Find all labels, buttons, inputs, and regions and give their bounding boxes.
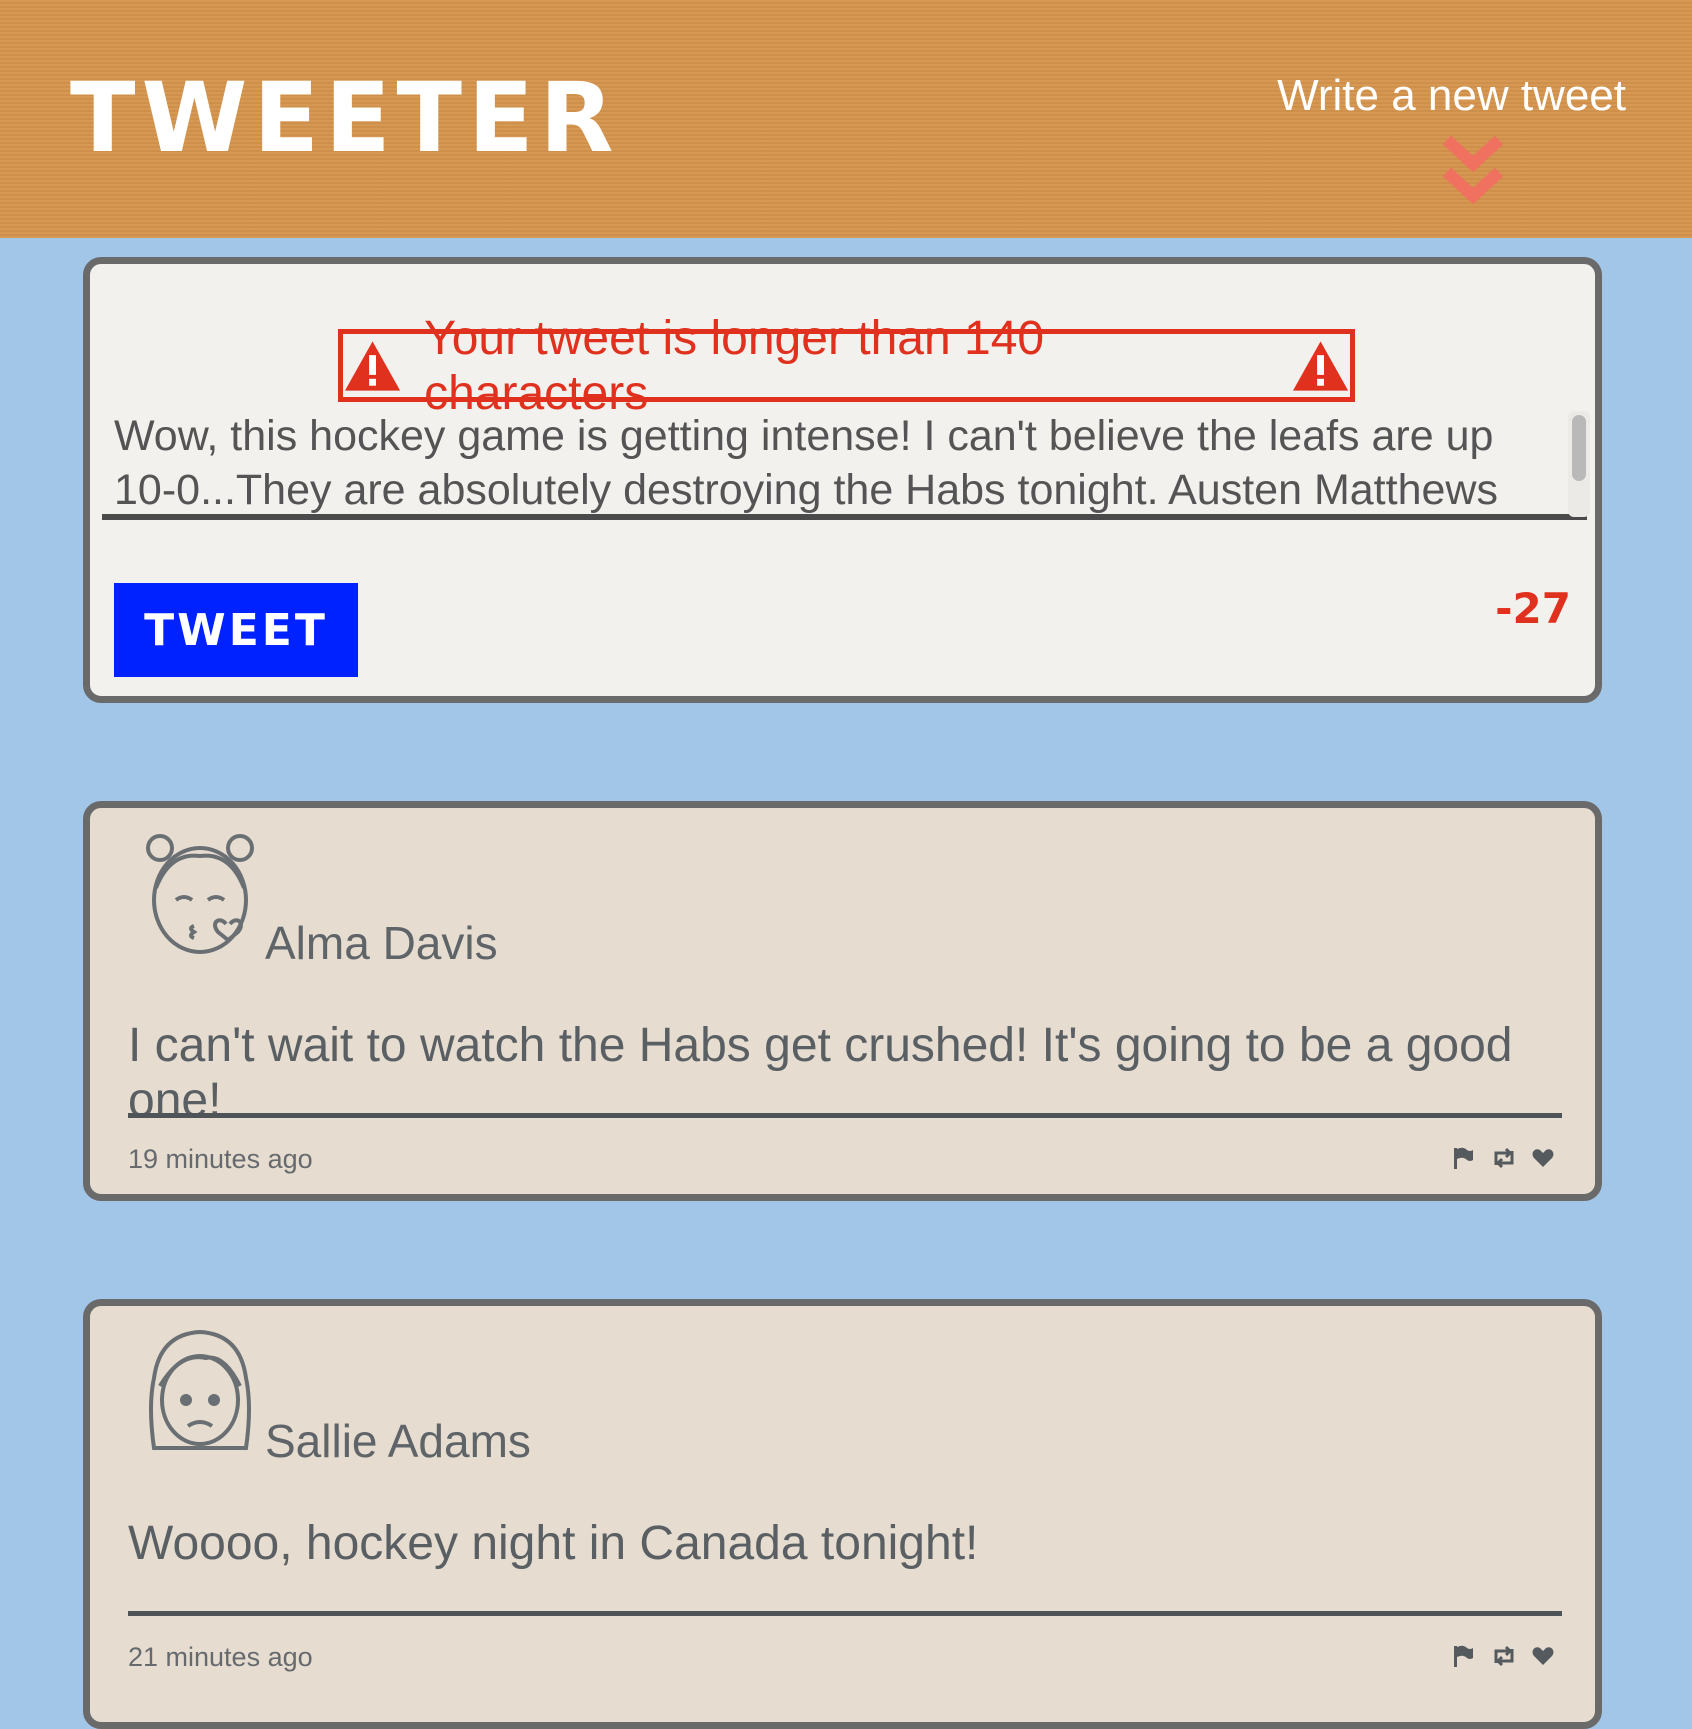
flag-icon[interactable] [1451, 1146, 1475, 1170]
tweet-divider [128, 1611, 1562, 1616]
tweet-timestamp: 19 minutes ago [128, 1144, 313, 1174]
tweet-card: Alma Davis I can't wait to watch the Hab… [83, 801, 1602, 1201]
tweet-content: Woooo, hockey night in Canada tonight! [128, 1517, 979, 1570]
error-message: Your tweet is longer than 140 characters [338, 312, 1355, 420]
heart-icon[interactable] [1531, 1644, 1555, 1668]
tweet-card: Sallie Adams Woooo, hockey night in Cana… [83, 1299, 1602, 1729]
tweet-content: I can't wait to watch the Habs get crush… [128, 1019, 1513, 1127]
tweet-timestamp: 21 minutes ago [128, 1642, 313, 1672]
tweet-author: Alma Davis [265, 917, 498, 969]
girl-kiss-avatar-icon [146, 834, 254, 954]
tweet-author: Sallie Adams [265, 1415, 531, 1467]
write-new-tweet-label[interactable]: Write a new tweet [1266, 74, 1626, 118]
top-nav: TWEETER Write a new tweet [0, 0, 1692, 238]
retweet-icon[interactable] [1491, 1146, 1515, 1170]
tweet-textarea[interactable]: Wow, this hockey game is getting intense… [102, 409, 1587, 520]
tweet-actions [1451, 1146, 1555, 1170]
new-tweet-form: Your tweet is longer than 140 characters… [83, 257, 1602, 703]
warning-triangle-icon [344, 340, 401, 391]
scrollbar-thumb[interactable] [1572, 415, 1586, 481]
girl-sad-avatar-icon [149, 1329, 251, 1450]
double-chevron-down-icon[interactable] [1443, 134, 1503, 206]
warning-triangle-icon [1292, 340, 1349, 391]
tweet-button[interactable]: TWEET [114, 583, 358, 677]
retweet-icon[interactable] [1491, 1644, 1515, 1668]
brand-logo[interactable]: TWEETER [70, 70, 620, 166]
write-new-tweet-toggle[interactable]: Write a new tweet [1266, 74, 1626, 214]
heart-icon[interactable] [1531, 1146, 1555, 1170]
tweet-actions [1451, 1644, 1555, 1668]
tweet-divider [128, 1113, 1562, 1118]
flag-icon[interactable] [1451, 1644, 1475, 1668]
error-text: Your tweet is longer than 140 characters [424, 311, 1045, 420]
character-counter: -27 [1495, 584, 1571, 633]
textarea-scrollbar[interactable] [1568, 411, 1590, 517]
